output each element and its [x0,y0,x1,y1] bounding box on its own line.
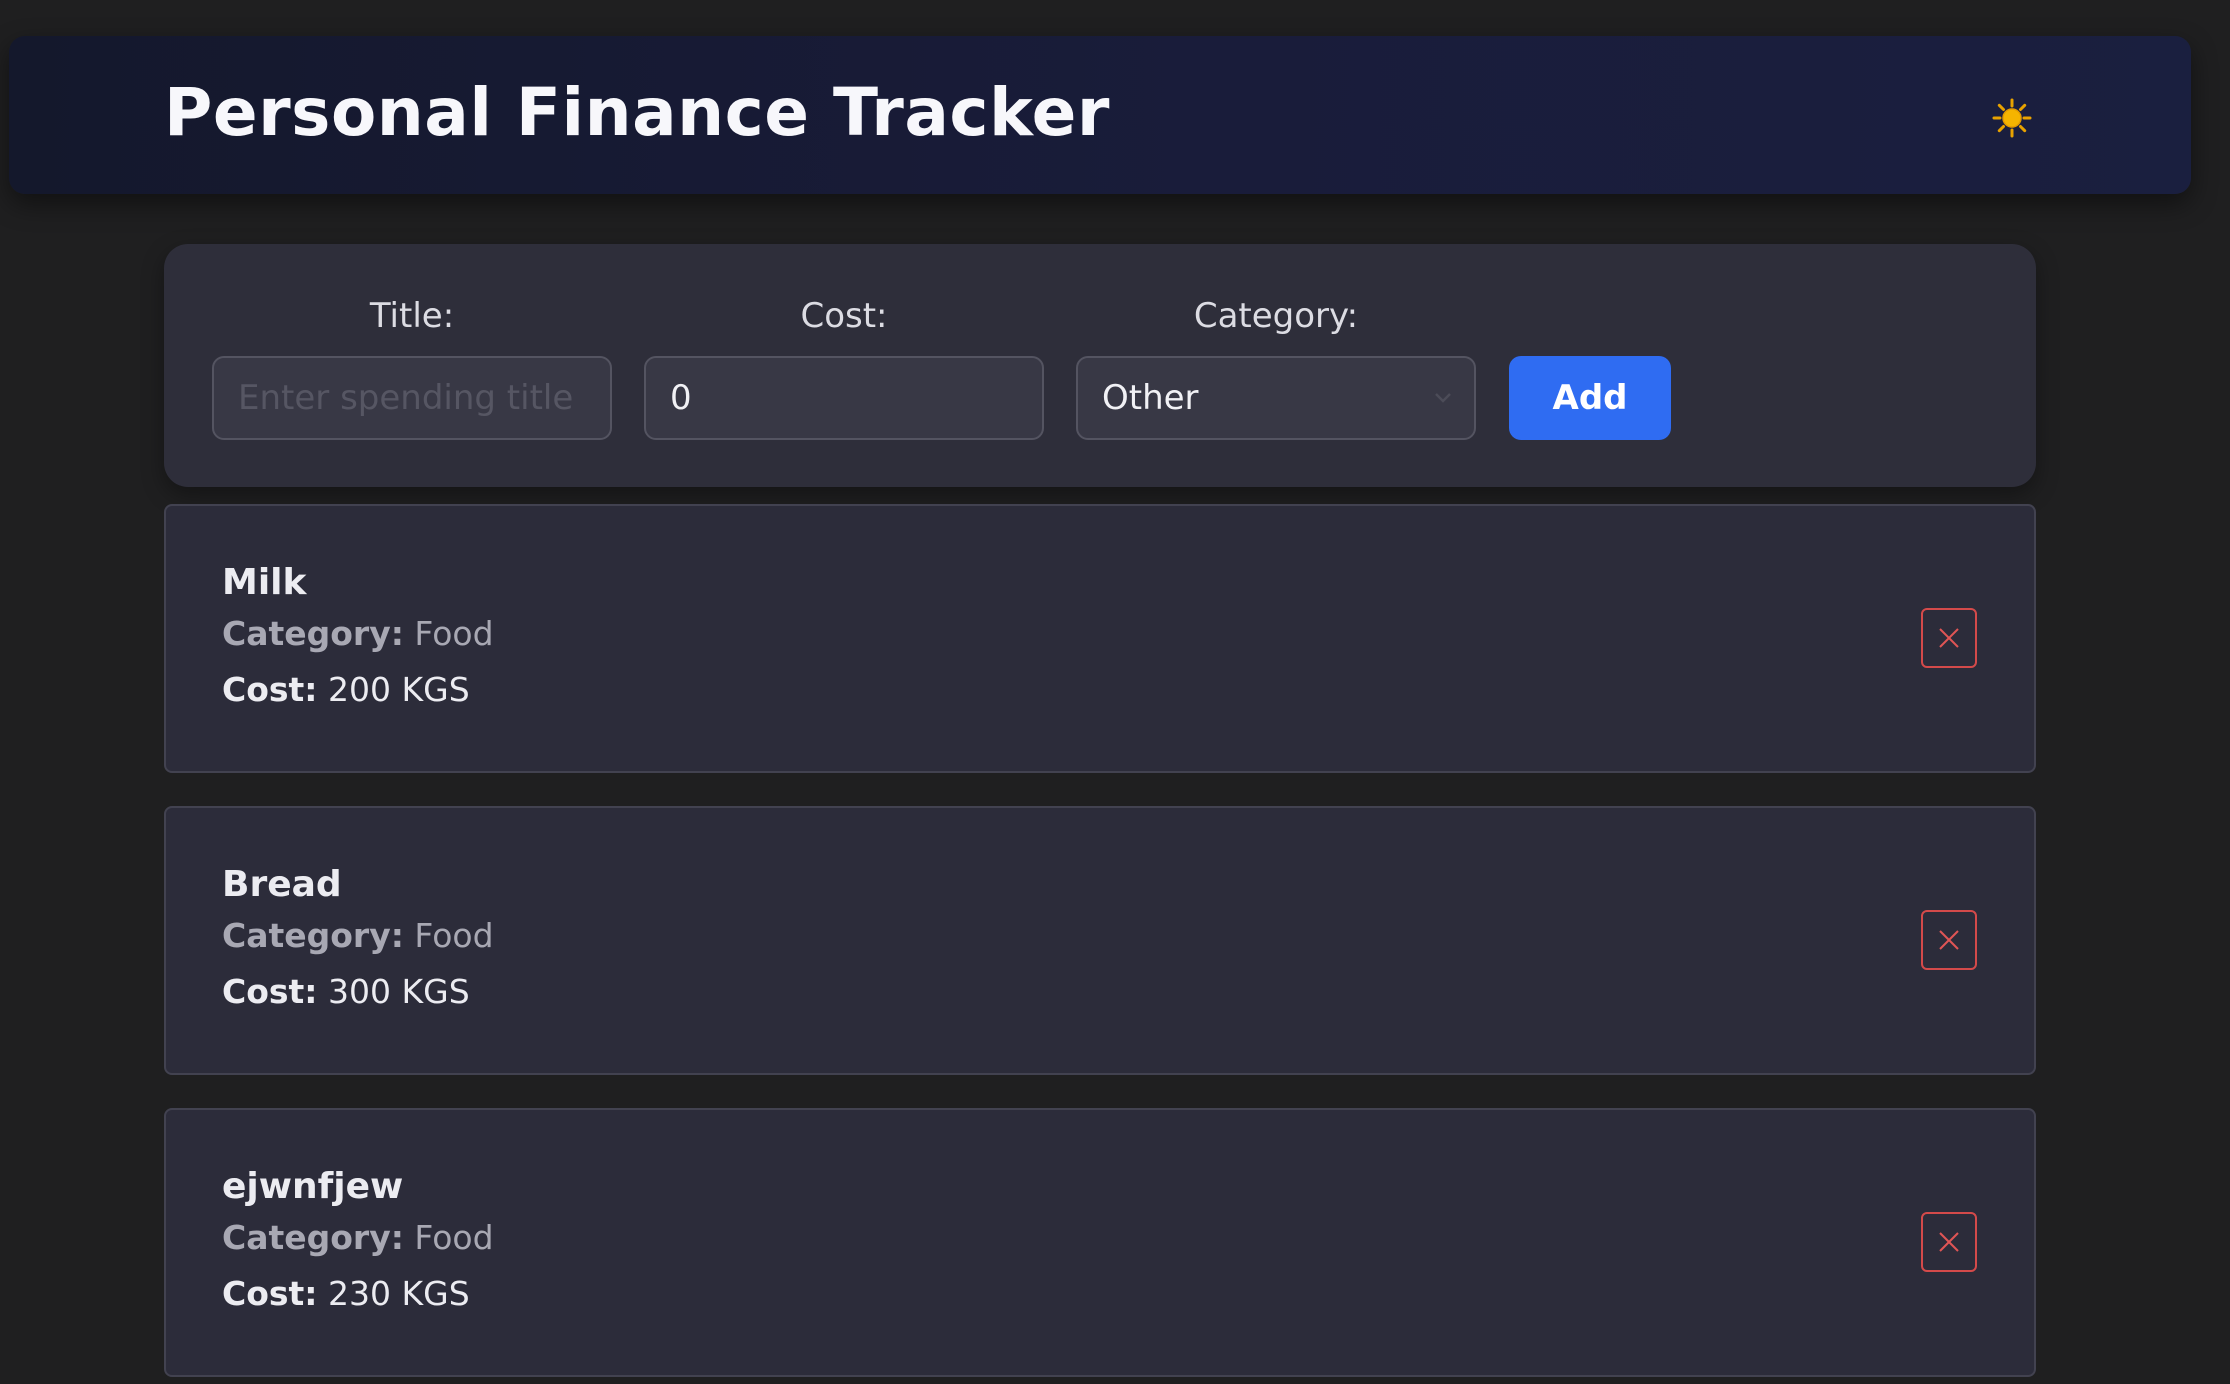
cost-label: Cost: [800,296,888,336]
category-label: Category: [1193,296,1359,336]
category-select[interactable]: Other [1076,356,1476,440]
category-field-label: Category: [222,1218,404,1257]
expense-item: Bread Category: Food Cost: 300 KGS [164,806,2036,1075]
cost-input[interactable] [644,356,1044,440]
expense-title: Bread [222,864,342,905]
chevron-down-icon [1435,393,1451,403]
cost-field-label: Cost: [222,670,318,709]
cost-value: 230 KGS [328,1274,470,1313]
close-icon [1939,1232,1959,1252]
theme-toggle-button[interactable] [1989,95,2035,141]
cost-value: 300 KGS [328,972,470,1011]
category-value: Food [414,614,494,653]
add-button[interactable]: Add [1509,356,1671,440]
cost-field-label: Cost: [222,1274,318,1313]
cost-value: 200 KGS [328,670,470,709]
page-title: Personal Finance Tracker [164,74,1110,151]
delete-expense-button[interactable] [1921,608,1977,668]
expense-item: Milk Category: Food Cost: 200 KGS [164,504,2036,773]
delete-expense-button[interactable] [1921,910,1977,970]
expense-cost: Cost: 200 KGS [222,670,470,709]
cost-field-label: Cost: [222,972,318,1011]
category-value: Food [414,1218,494,1257]
app-header: Personal Finance Tracker [9,36,2191,194]
category-field-label: Category: [222,614,404,653]
expense-category: Category: Food [222,614,494,653]
delete-expense-button[interactable] [1921,1212,1977,1272]
expense-item: ejwnfjew Category: Food Cost: 230 KGS [164,1108,2036,1377]
expense-category: Category: Food [222,916,494,955]
title-label: Title: [369,296,455,336]
add-expense-form: Title: Cost: Category: Other Add [164,244,2036,487]
expense-category: Category: Food [222,1218,494,1257]
category-select-value: Other [1102,378,1199,418]
close-icon [1939,930,1959,950]
expense-title: ejwnfjew [222,1166,404,1207]
category-value: Food [414,916,494,955]
sun-icon [1992,98,2032,138]
expense-cost: Cost: 230 KGS [222,1274,470,1313]
expense-title: Milk [222,562,307,603]
title-input[interactable] [212,356,612,440]
category-field-label: Category: [222,916,404,955]
close-icon [1939,628,1959,648]
expense-cost: Cost: 300 KGS [222,972,470,1011]
